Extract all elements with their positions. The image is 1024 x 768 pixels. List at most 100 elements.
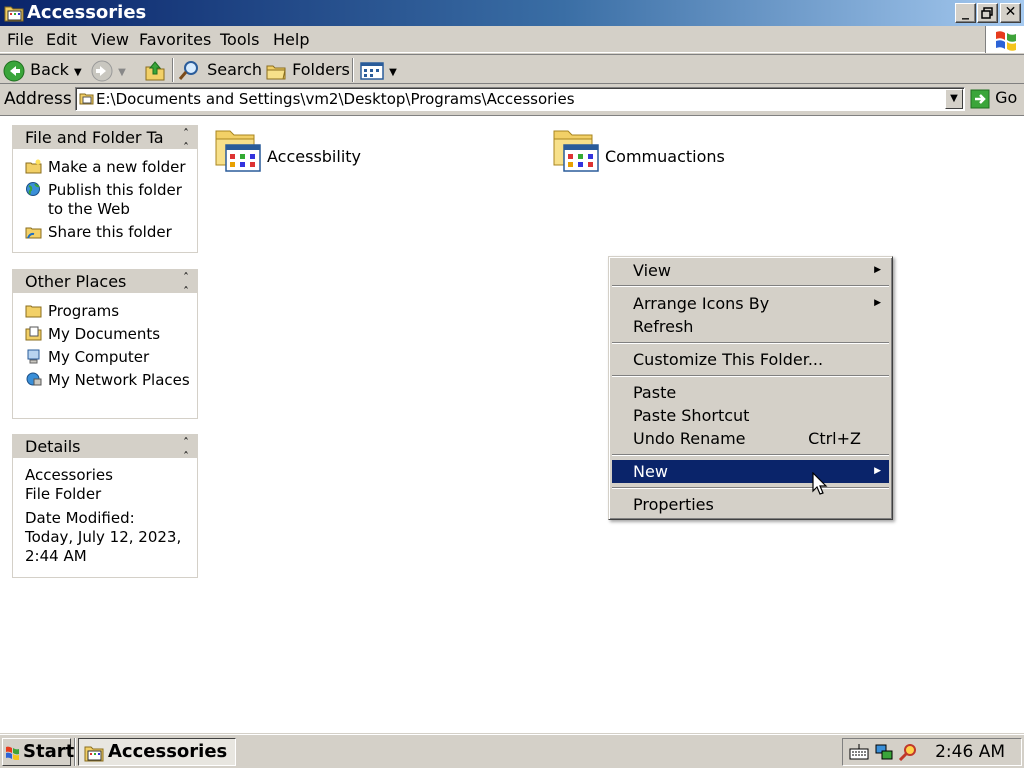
restore-icon xyxy=(981,7,993,19)
submenu-arrow-icon: ▶ xyxy=(874,466,881,476)
menu-item-undo-rename[interactable]: Undo Rename Ctrl+Z xyxy=(612,427,889,450)
standard-toolbar: Back ▼ ▼ Search Folders ▼ xyxy=(0,54,1024,84)
menu-item-arrange-icons-by[interactable]: Arrange Icons By ▶ xyxy=(612,292,889,315)
collapse-chevron-icon[interactable]: ˆˆ xyxy=(183,436,189,458)
search-tray-icon[interactable] xyxy=(898,743,918,761)
system-tray: 2:46 AM xyxy=(842,738,1022,766)
views-button[interactable]: ▼ xyxy=(360,58,397,82)
task-make-new-folder[interactable]: Make a new folder xyxy=(25,158,191,177)
address-bar: Address E:\Documents and Settings\vm2\De… xyxy=(0,86,1024,114)
place-my-computer[interactable]: My Computer xyxy=(25,348,191,367)
place-my-documents[interactable]: My Documents xyxy=(25,325,191,344)
folder-icon xyxy=(25,305,42,318)
address-label: Address xyxy=(4,89,72,109)
title-bar[interactable]: Accessories _ ✕ xyxy=(0,0,1024,26)
menu-item-paste-shortcut[interactable]: Paste Shortcut xyxy=(612,404,889,427)
menu-separator xyxy=(612,342,889,344)
folder-label: Accessbility xyxy=(267,147,362,166)
start-label: Start xyxy=(23,741,75,762)
forward-dropdown-icon[interactable]: ▼ xyxy=(118,67,126,78)
folders-icon xyxy=(266,65,286,79)
search-label: Search xyxy=(207,60,263,79)
menu-item-paste[interactable]: Paste xyxy=(612,381,889,404)
back-button[interactable]: Back ▼ xyxy=(3,58,82,82)
search-icon xyxy=(178,60,198,80)
forward-button[interactable]: ▼ xyxy=(91,58,126,82)
details-type: File Folder xyxy=(25,485,102,503)
menu-item-view[interactable]: View ▶ xyxy=(612,259,889,282)
menu-tools[interactable]: Tools xyxy=(220,30,259,49)
task-share-folder[interactable]: Share this folder xyxy=(25,223,191,242)
address-input[interactable]: E:\Documents and Settings\vm2\Desktop\Pr… xyxy=(75,87,965,111)
back-label: Back xyxy=(30,60,69,79)
share-folder-icon xyxy=(25,227,42,239)
menu-item-new[interactable]: New ▶ xyxy=(612,460,889,483)
folder-item[interactable]: Accessbility xyxy=(214,125,514,185)
search-button[interactable]: Search xyxy=(178,58,262,82)
details-title: Details xyxy=(25,437,81,456)
menu-view[interactable]: View xyxy=(91,30,129,49)
task-publish-folder[interactable]: Publish this folder to the Web xyxy=(25,181,191,219)
undo-shortcut: Ctrl+Z xyxy=(808,429,861,448)
other-places-header[interactable]: Other Places ˆˆ xyxy=(13,270,197,293)
menu-bar: File Edit View Favorites Tools Help xyxy=(0,26,1024,53)
toolbar-separator xyxy=(172,58,174,82)
place-my-network-places[interactable]: My Network Places xyxy=(25,371,191,390)
folder-label: Commuactions xyxy=(605,147,725,166)
details-panel: Details ˆˆ Accessories File Folder Date … xyxy=(12,434,198,578)
menu-separator xyxy=(612,487,889,489)
menu-file[interactable]: File xyxy=(7,30,34,49)
collapse-chevron-icon[interactable]: ˆˆ xyxy=(183,271,189,293)
other-places-title: Other Places xyxy=(25,272,127,291)
windows-logo xyxy=(985,26,1024,53)
tasks-panel: File and Folder Ta ˆˆ Make a new folder … xyxy=(12,125,198,253)
restore-button[interactable] xyxy=(977,3,998,23)
menu-help[interactable]: Help xyxy=(273,30,309,49)
start-button[interactable]: Start xyxy=(2,738,75,766)
minimize-button[interactable]: _ xyxy=(955,3,976,23)
window-title: Accessories xyxy=(27,2,147,23)
go-arrow-icon xyxy=(970,89,990,108)
folder-window-icon xyxy=(4,6,24,22)
folder-item[interactable]: Commuactions xyxy=(552,125,852,185)
tasks-panel-header[interactable]: File and Folder Ta ˆˆ xyxy=(13,126,197,149)
taskbar: Start Accessories 2:46 AM xyxy=(0,734,1024,768)
details-header[interactable]: Details ˆˆ xyxy=(13,435,197,458)
collapse-chevron-icon[interactable]: ˆˆ xyxy=(183,127,189,149)
go-label: Go xyxy=(995,88,1018,107)
context-menu: View ▶ Arrange Icons By ▶ Refresh Custom… xyxy=(608,256,893,520)
globe-icon xyxy=(26,182,40,196)
details-name: Accessories xyxy=(25,466,113,484)
program-folder-icon xyxy=(215,130,261,172)
up-folder-icon xyxy=(145,60,165,80)
network-tray-icon[interactable] xyxy=(874,743,894,761)
close-button[interactable]: ✕ xyxy=(1000,3,1021,23)
clock[interactable]: 2:46 AM xyxy=(935,742,1005,762)
go-button[interactable]: Go xyxy=(970,88,1017,110)
folder-small-icon xyxy=(79,93,94,105)
menu-item-properties[interactable]: Properties xyxy=(612,493,889,516)
program-folder-icon xyxy=(553,130,599,172)
menu-edit[interactable]: Edit xyxy=(46,30,77,49)
windows-flag-icon xyxy=(996,31,1016,51)
folder-window-icon xyxy=(84,746,104,762)
views-dropdown-icon[interactable]: ▼ xyxy=(389,67,397,78)
menu-item-customize-folder[interactable]: Customize This Folder... xyxy=(612,348,889,371)
up-folder-button[interactable] xyxy=(144,58,166,82)
details-modified-label: Date Modified: xyxy=(25,509,135,527)
menu-item-refresh[interactable]: Refresh xyxy=(612,315,889,338)
menu-favorites[interactable]: Favorites xyxy=(139,30,211,49)
address-dropdown-button[interactable]: ▼ xyxy=(945,89,963,109)
taskbar-window-button[interactable]: Accessories xyxy=(78,738,236,766)
folders-label: Folders xyxy=(292,60,350,79)
mouse-cursor-icon xyxy=(812,472,828,495)
windows-flag-icon xyxy=(6,746,19,760)
new-folder-icon xyxy=(25,159,42,174)
address-path: E:\Documents and Settings\vm2\Desktop\Pr… xyxy=(96,90,575,108)
place-programs[interactable]: Programs xyxy=(25,302,191,321)
folders-button[interactable]: Folders xyxy=(265,58,350,82)
back-dropdown-icon[interactable]: ▼ xyxy=(74,67,82,78)
keyboard-tray-icon[interactable] xyxy=(849,743,869,761)
taskbar-separator xyxy=(74,738,76,766)
my-computer-icon xyxy=(27,349,40,364)
